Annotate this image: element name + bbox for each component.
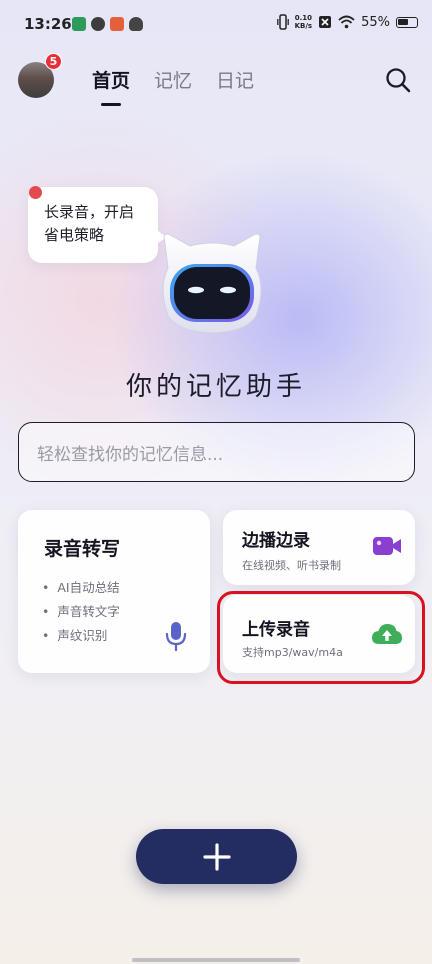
- tab-home[interactable]: 首页: [92, 66, 130, 106]
- transcribe-feature-list: AI自动总结 声音转文字 声纹识别: [42, 576, 120, 648]
- feature-item: 声音转文字: [42, 600, 120, 624]
- net-speed-value: 0.10: [294, 14, 312, 22]
- battery-level: 55%: [361, 14, 390, 30]
- status-bar: 13:26 0.10 KB/s 55%: [0, 0, 432, 50]
- cloud-notification-icon: [129, 17, 143, 31]
- net-speed: 0.10 KB/s: [295, 14, 312, 30]
- wifi-icon: [338, 15, 355, 29]
- tip-text: 长录音，开启 省电策略: [44, 203, 135, 244]
- app-notification-icon: [91, 17, 105, 31]
- add-button[interactable]: [136, 829, 297, 884]
- status-notification-icons: [72, 17, 143, 31]
- microphone-icon: [165, 622, 187, 652]
- feature-item: 声纹识别: [42, 624, 120, 648]
- signal-icon: [319, 16, 332, 28]
- tip-bubble[interactable]: 长录音，开启 省电策略: [28, 187, 167, 263]
- plus-icon: [202, 842, 231, 871]
- tip-unread-dot: [29, 186, 42, 199]
- home-indicator[interactable]: [132, 958, 300, 962]
- robot-mascot-icon[interactable]: [156, 228, 268, 336]
- cloud-upload-icon: [372, 624, 402, 644]
- tab-memory[interactable]: 记忆: [154, 66, 192, 93]
- notification-badge: 5: [45, 53, 62, 70]
- assistant-title: 你的记忆助手: [125, 372, 306, 402]
- feature-item: AI自动总结: [42, 576, 120, 600]
- vibrate-icon: [276, 14, 289, 30]
- tab-diary[interactable]: 日记: [216, 66, 254, 93]
- video-camera-icon: [373, 537, 401, 555]
- status-time: 13:26: [24, 15, 72, 33]
- upload-title: 上传录音: [242, 620, 310, 640]
- net-speed-unit: KB/s: [294, 22, 313, 30]
- live-record-subtitle: 在线视频、听书录制: [242, 559, 341, 572]
- memory-search-input[interactable]: 轻松查找你的记忆信息...: [18, 422, 415, 482]
- live-record-title: 边播边录: [242, 531, 310, 551]
- transcribe-title: 录音转写: [44, 538, 121, 560]
- upload-subtitle: 支持mp3/wav/m4a: [242, 646, 343, 659]
- search-icon[interactable]: [384, 66, 412, 94]
- battery-icon: [396, 16, 418, 28]
- status-right: 0.10 KB/s 55%: [276, 14, 418, 30]
- search-placeholder: 轻松查找你的记忆信息...: [37, 444, 224, 465]
- app-notification-icon: [110, 17, 124, 31]
- app-notification-icon: [72, 17, 86, 31]
- top-tabs: 首页 记忆 日记: [92, 66, 254, 106]
- transcribe-card[interactable]: 录音转写 AI自动总结 声音转文字 声纹识别: [18, 510, 210, 673]
- upload-recording-card[interactable]: 上传录音 支持mp3/wav/m4a: [223, 595, 415, 673]
- live-record-card[interactable]: 边播边录 在线视频、听书录制: [223, 510, 415, 585]
